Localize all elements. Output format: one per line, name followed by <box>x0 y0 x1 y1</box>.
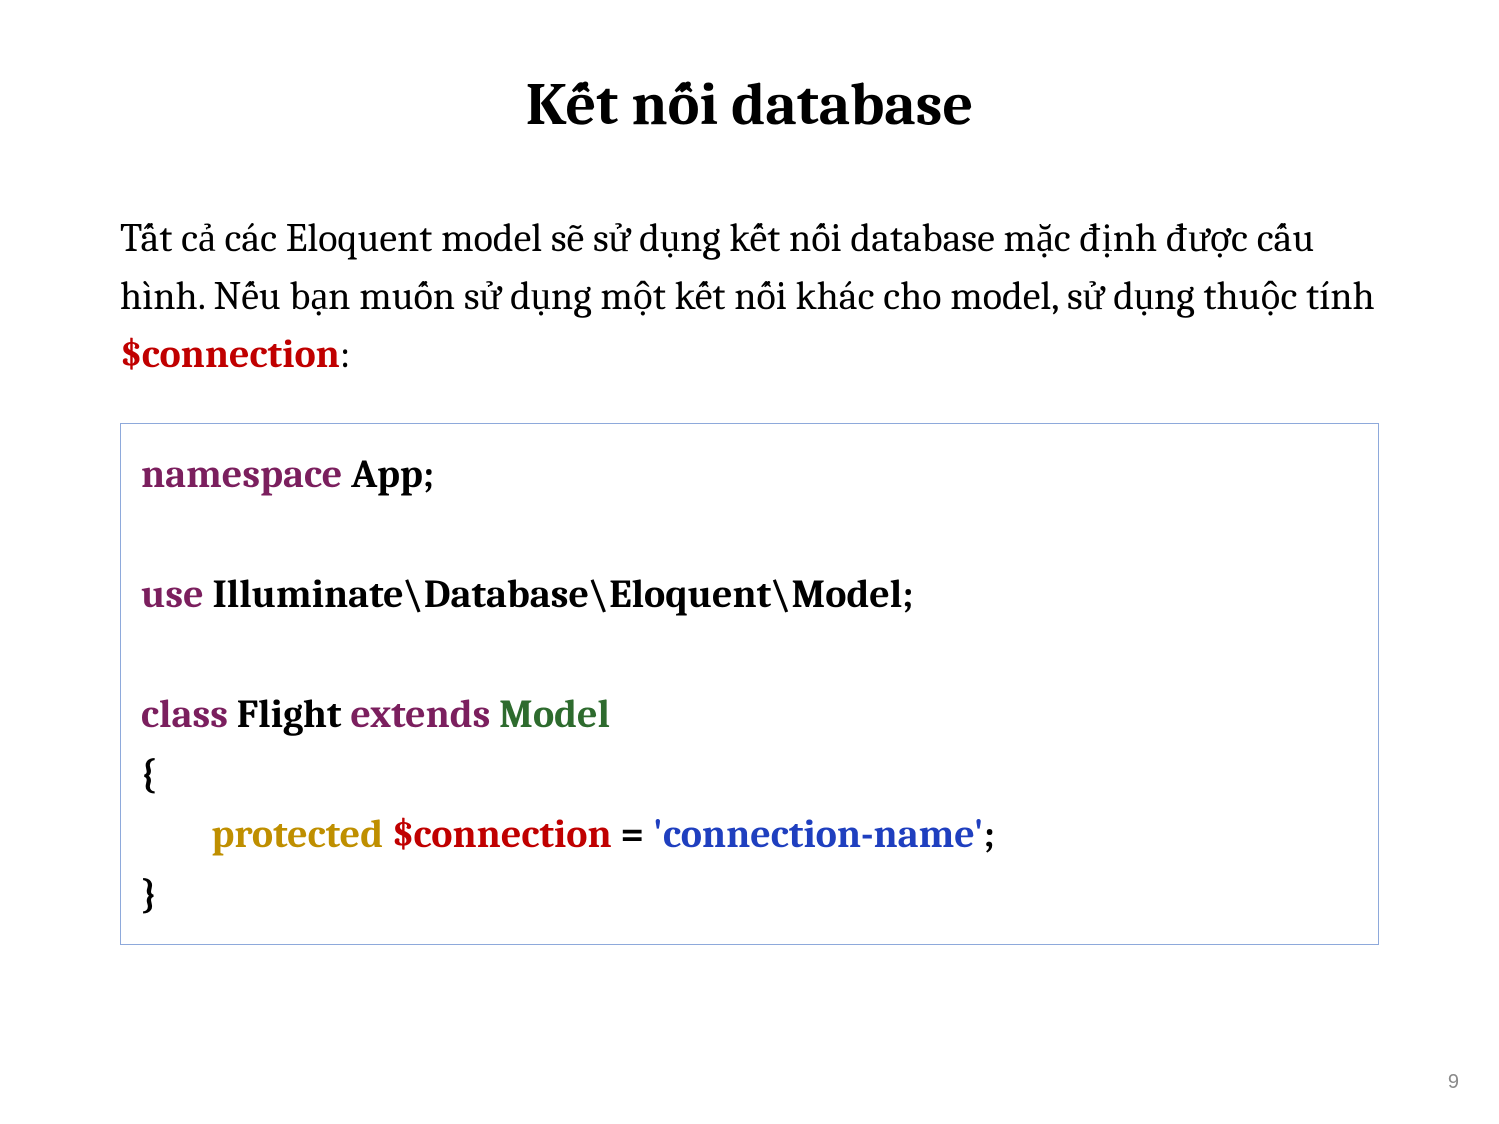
token-class-name: Model <box>499 691 610 737</box>
token-use-path: Illuminate\Database\Eloquent\Model; <box>204 571 914 617</box>
body-keyword: $connection <box>120 331 340 377</box>
token-keyword-extends: extends <box>350 691 490 737</box>
token-variable: $connection <box>383 811 612 857</box>
token-space <box>490 691 499 737</box>
code-line-brace-open: { <box>141 744 1358 804</box>
body-text-after: : <box>340 331 351 377</box>
code-line-blank-1 <box>141 504 1358 564</box>
token-semicolon: ; <box>984 811 995 857</box>
page-number: 9 <box>1448 1071 1459 1094</box>
code-line-property: protected $connection = 'connection-name… <box>141 804 1358 864</box>
token-namespace-name: App; <box>342 451 434 497</box>
token-keyword-class: class <box>141 691 228 737</box>
token-string: 'connection-name' <box>653 811 984 857</box>
token-keyword-namespace: namespace <box>141 451 342 497</box>
body-text-before: Tất cả các Eloquent model sẽ sử dụng kết… <box>120 215 1375 319</box>
code-line-namespace: namespace App; <box>141 444 1358 504</box>
token-keyword-protected: protected <box>211 811 383 857</box>
body-paragraph: Tất cả các Eloquent model sẽ sử dụng kết… <box>0 149 1499 383</box>
code-line-class: class Flight extends Model <box>141 684 1358 744</box>
token-assign: = <box>612 811 653 857</box>
token-indent <box>141 811 211 857</box>
token-keyword-use: use <box>141 571 204 617</box>
code-line-brace-close: } <box>141 864 1358 924</box>
code-line-use: use Illuminate\Database\Eloquent\Model; <box>141 564 1358 624</box>
slide-title: Kết nối database <box>0 0 1499 149</box>
code-line-blank-2 <box>141 624 1358 684</box>
slide: Kết nối database Tất cả các Eloquent mod… <box>0 0 1499 1124</box>
code-block: namespace App; use Illuminate\Database\E… <box>120 423 1379 945</box>
token-class-mid: Flight <box>228 691 350 737</box>
